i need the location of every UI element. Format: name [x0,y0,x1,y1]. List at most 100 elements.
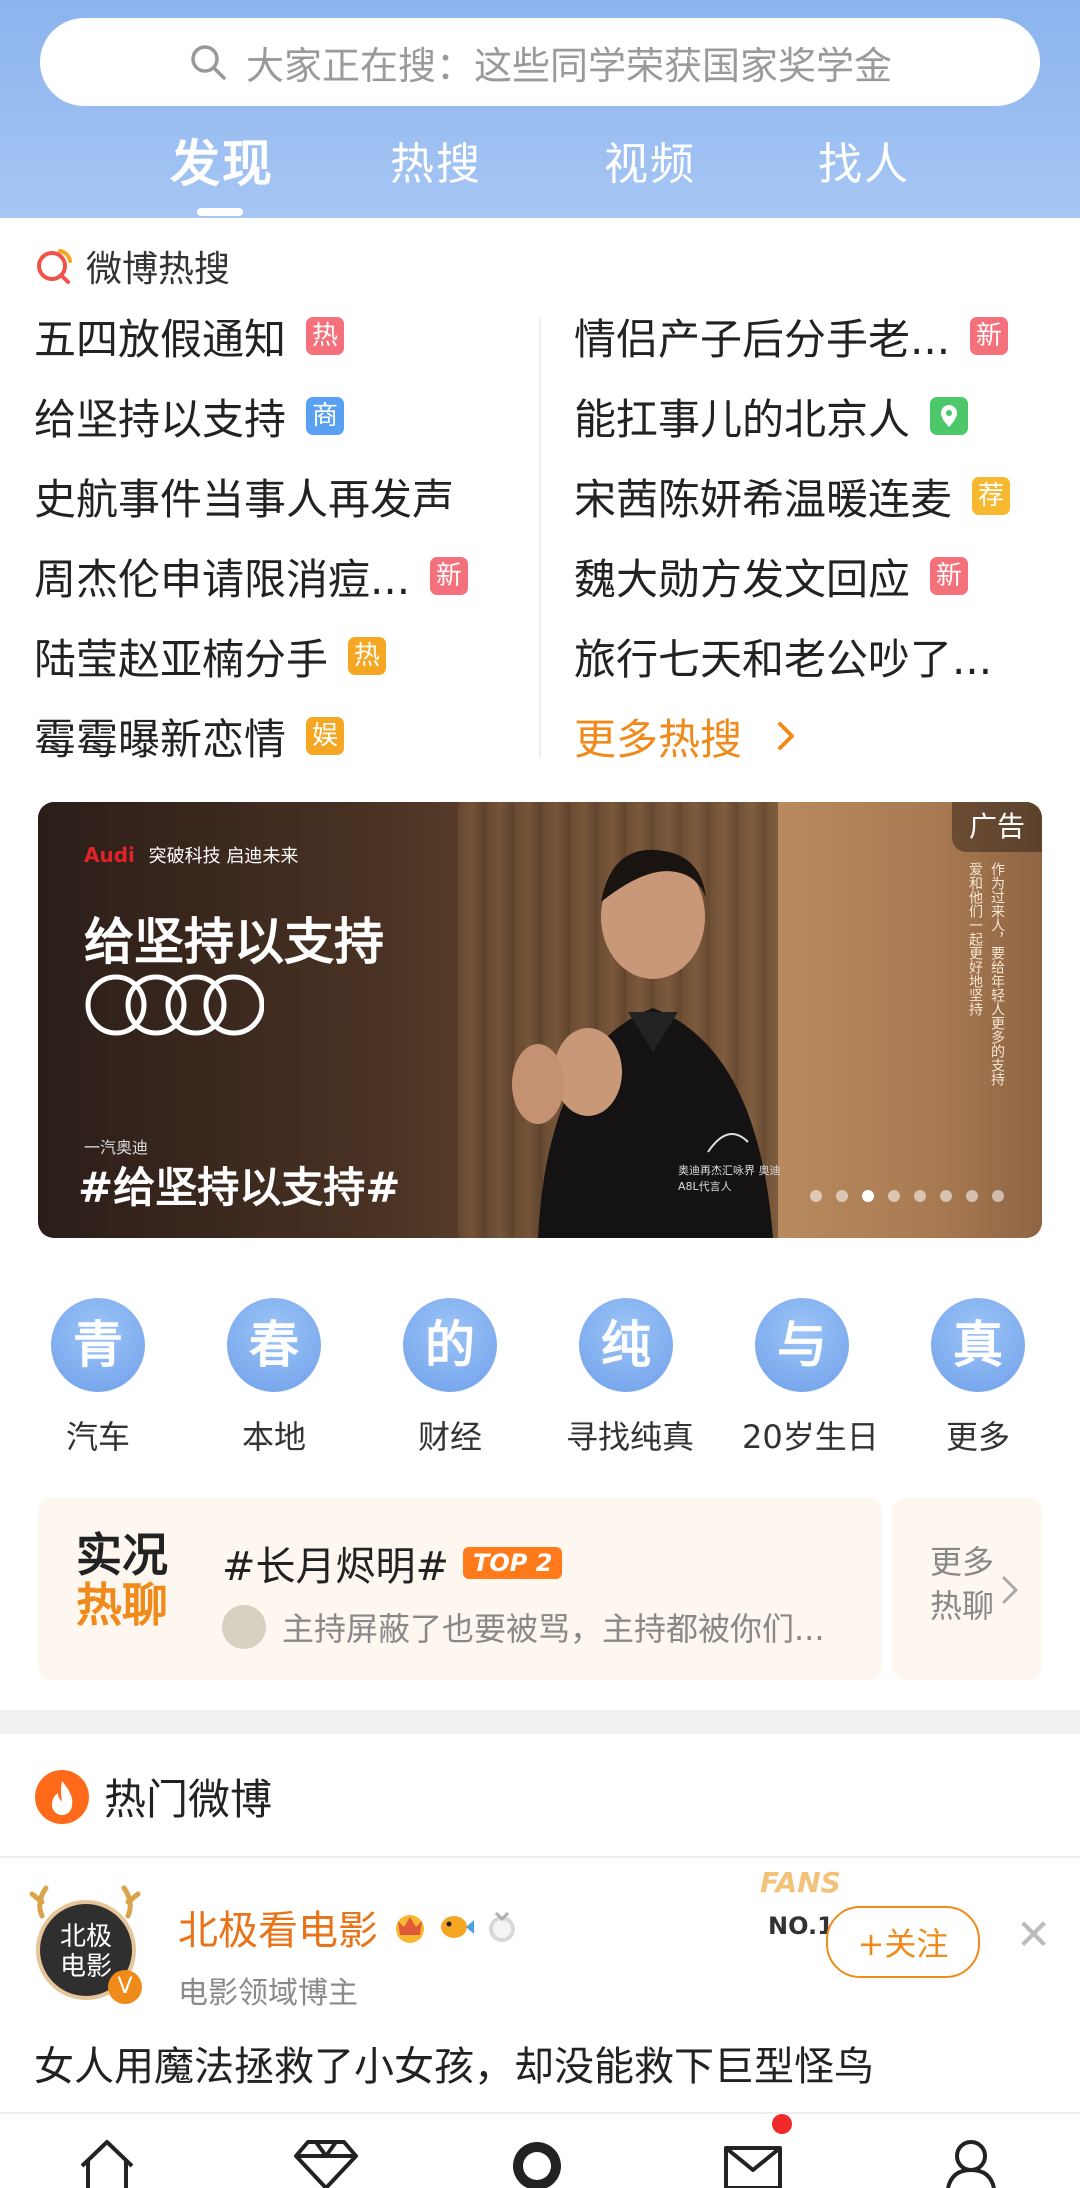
follow-button[interactable]: +关注 [826,1906,980,1978]
level-badge-icon [489,1911,515,1942]
avatar-text-line1: 北极 [59,1922,112,1952]
weibo-hot-search-icon [37,249,72,284]
category-label: 本地 [241,1418,306,1456]
ad-label: 广告 [952,802,1042,852]
author-description: 电影领域博主 [178,1976,358,2011]
verified-icon: V [108,1970,142,2004]
carousel-dot[interactable] [940,1190,952,1202]
signature-note: 奥迪再杰汇咏界 奥迪A8L代言人 [678,1164,781,1193]
hot-search-text: 周杰伦申请限消痘... [34,554,411,604]
search-placeholder: 大家正在搜：这些同学荣获国家奖学金 [245,43,892,88]
banner-vertical-text: 作为过来人，要给年轻人更多的支持 爱和他们一起更好地坚持 [967,862,1005,1086]
more-live-chat-button[interactable]: 更多 热聊 [892,1498,1042,1680]
tab-hot-search[interactable]: 热搜 [390,128,482,192]
avatar [222,1605,266,1649]
hot-search-text: 霉霉曝新恋情 [34,714,287,764]
hot-search-text: 宋茜陈妍希温暖连麦 [574,474,953,524]
antler-decoration-icon [29,1885,141,1919]
hot-search-item[interactable]: 史航事件当事人再发声 [34,456,454,536]
carousel-dots[interactable] [810,1190,1004,1202]
category-find-pure[interactable]: 纯 寻找纯真 [566,1298,695,1458]
column-divider [539,318,541,758]
active-tab-indicator [197,208,243,216]
carousel-dot[interactable] [810,1190,822,1202]
hot-search-header[interactable]: 微博热搜 [34,240,230,292]
category-icon: 的 [403,1298,497,1392]
hot-search-text: 旅行七天和老公吵了... [574,634,993,684]
carousel-dot[interactable] [836,1190,848,1202]
live-chat-comment-text: 主持屏蔽了也要被骂，主持都被你们... [282,1610,825,1648]
hot-search-item[interactable]: 能扛事儿的北京人 [574,376,969,456]
top-rank-badge: TOP 2 [463,1547,563,1579]
tab-video[interactable]: 视频 [604,128,696,192]
category-car[interactable]: 青 汽车 [38,1298,158,1458]
crown-badge-icon [396,1915,424,1943]
tab-find-people[interactable]: 找人 [818,128,910,192]
search-bar[interactable]: 大家正在搜：这些同学荣获国家奖学金 [40,18,1040,106]
live-chat-card[interactable]: 实况 热聊 #长月烬明# TOP 2 主持屏蔽了也要被骂，主持都被你们... [38,1498,882,1680]
close-icon[interactable]: ✕ [1016,1910,1051,1959]
category-icon: 纯 [579,1298,673,1392]
carousel-dot[interactable] [914,1190,926,1202]
more-live-chat-label: 更多 热聊 [930,1540,994,1628]
profile-icon[interactable] [936,2136,1006,2188]
hot-search-text: 情侣产子后分手老... [574,314,951,364]
hot-search-item[interactable]: 周杰伦申请限消痘... 新 [34,536,469,616]
chevron-right-icon [1002,1576,1018,1604]
hot-search-item[interactable]: 旅行七天和老公吵了... [574,616,992,696]
hot-search-item[interactable]: 陆莹赵亚楠分手 热 [34,616,387,696]
category-label: 20岁生日 [742,1418,879,1456]
category-more[interactable]: 真 更多 [918,1298,1038,1458]
recommend-badge: 荐 [972,477,1011,515]
diamond-icon[interactable] [286,2136,366,2188]
carousel-dot[interactable] [966,1190,978,1202]
post-author[interactable]: 北极看电影 [178,1898,522,1956]
live-chat-comment: 主持屏蔽了也要被骂，主持都被你们... [222,1604,825,1650]
hot-weibo-title: 热门微博 [104,1775,273,1824]
commercial-badge: 商 [306,397,345,435]
hot-weibo-header[interactable]: 热门微博 [34,1766,272,1827]
brand-line: Audi 突破科技 启迪未来 [84,842,298,868]
category-local[interactable]: 春 本地 [214,1298,334,1458]
more-live-chat-line2: 热聊 [930,1587,995,1625]
new-badge: 新 [430,557,469,595]
category-label: 寻找纯真 [566,1418,695,1456]
hot-search-item[interactable]: 五四放假通知 热 [34,296,345,376]
search-icon [191,45,226,80]
hot-search-text: 陆莹赵亚楠分手 [34,634,329,684]
live-chat-logo-line2: 热聊 [76,1578,168,1632]
message-icon[interactable] [718,2136,788,2188]
top-header: 大家正在搜：这些同学荣获国家奖学金 发现 热搜 视频 找人 [0,0,1080,218]
location-icon [930,397,969,435]
ad-banner[interactable]: Audi 突破科技 启迪未来 给坚持以支持 一汽奥迪 #给坚持以支持# 奥迪再杰… [38,802,1042,1238]
hot-badge: 热 [348,637,387,675]
hot-search-item[interactable]: 霉霉曝新恋情 娱 [34,696,345,776]
hot-search-item[interactable]: 魏大勋方发文回应 新 [574,536,969,616]
live-chat-topic[interactable]: #长月烬明# TOP 2 [222,1534,563,1592]
hot-search-item[interactable]: 宋茜陈妍希温暖连麦 荐 [574,456,1011,536]
tab-discover[interactable]: 发现 [170,124,274,196]
carousel-dot-active[interactable] [862,1190,874,1202]
category-finance[interactable]: 的 财经 [390,1298,510,1458]
fish-badge-icon [441,1916,474,1938]
category-label: 更多 [945,1418,1010,1456]
brand-tagline: 突破科技 启迪未来 [148,846,299,867]
more-hot-search-link[interactable]: 更多热搜 [574,696,806,776]
home-icon[interactable] [72,2136,142,2188]
live-chat-logo: 实况 热聊 [76,1530,168,1630]
author-name: 北极看电影 [178,1908,378,1954]
unread-badge [772,2114,792,2134]
discover-icon[interactable] [502,2136,572,2188]
category-20th-birthday[interactable]: 与 20岁生日 [742,1298,879,1458]
post-text[interactable]: 女人用魔法拯救了小女孩，却没能救下巨型怪鸟 [34,2034,874,2092]
carousel-dot[interactable] [992,1190,1004,1202]
carousel-dot[interactable] [888,1190,900,1202]
category-label: 财经 [417,1418,482,1456]
hot-search-text: 史航事件当事人再发声 [34,474,455,524]
hot-search-item[interactable]: 情侣产子后分手老... 新 [574,296,1009,376]
bottom-nav [0,2112,1080,2188]
hot-search-item[interactable]: 给坚持以支持 商 [34,376,345,456]
more-hot-search-label: 更多热搜 [574,714,743,764]
divider [0,1856,1080,1858]
flame-icon [35,1769,89,1824]
